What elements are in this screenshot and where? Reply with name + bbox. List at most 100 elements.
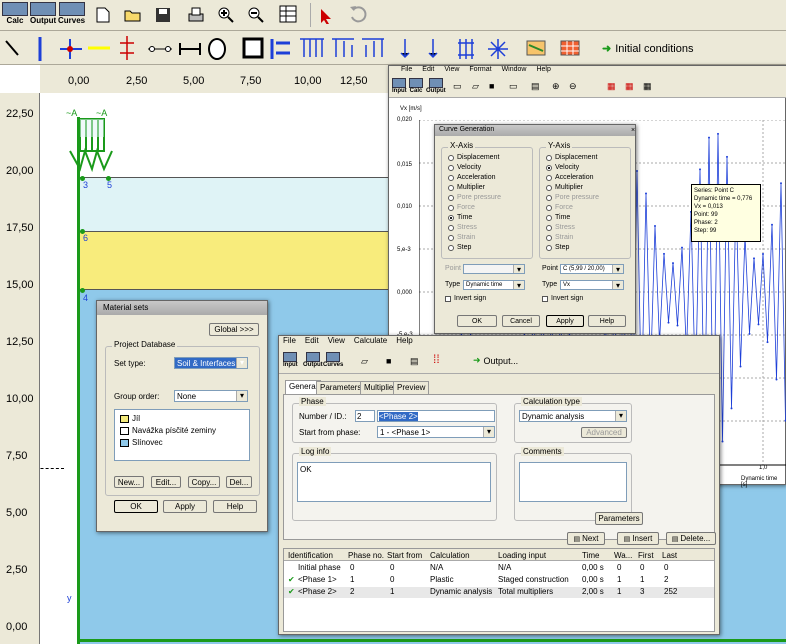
calc-button[interactable]: Calc [2, 2, 28, 25]
y-radio-time[interactable]: Time [546, 214, 570, 221]
menu-window[interactable]: Window [502, 66, 527, 76]
chart-2-icon[interactable]: ▦ [625, 81, 634, 92]
menu-view[interactable]: View [444, 66, 459, 76]
initial-conditions-button[interactable]: ➜ Initial conditions [602, 42, 694, 56]
zoom-in-icon[interactable] [216, 5, 236, 25]
table-row[interactable]: Initial phase 0 0 N/A N/A 0,00 s 0 0 0 [284, 563, 714, 574]
apply-button[interactable]: Apply [546, 315, 584, 327]
y-radio-displacement[interactable]: Displacement [546, 154, 597, 161]
insert-button[interactable]: ▤ Insert [617, 532, 659, 545]
table-icon[interactable]: ▦ [643, 81, 652, 92]
start-phase-select[interactable]: 1 - <Phase 1> [377, 426, 495, 438]
material-list[interactable]: Jíl Navážka písčité zeminy Slínovec [114, 409, 250, 461]
x-radio-multiplier[interactable]: Multiplier [448, 184, 485, 191]
parameters-button[interactable]: Parameters [595, 512, 643, 525]
help-button[interactable]: Help [213, 500, 257, 513]
open-icon[interactable] [123, 5, 143, 25]
save-icon[interactable]: ■ [386, 356, 391, 366]
open-icon[interactable]: ▱ [361, 356, 368, 367]
list-item[interactable]: Slínovec [120, 438, 163, 447]
y-invert-checkbox[interactable]: Invert sign [542, 295, 583, 302]
x-radio-velocity[interactable]: Velocity [448, 164, 481, 171]
tab-preview[interactable]: Preview [393, 381, 430, 394]
undo-icon[interactable] [348, 4, 368, 24]
output-link-button[interactable]: ➜ Output... [473, 355, 518, 366]
input-button[interactable]: Input [283, 352, 298, 368]
calc-type-select[interactable]: Dynamic analysis [519, 410, 627, 422]
y-radio-step[interactable]: Step [546, 244, 569, 251]
y-radio-multiplier[interactable]: Multiplier [546, 184, 583, 191]
apply-button[interactable]: Apply [163, 500, 207, 513]
print-icon[interactable]: ▤ [410, 356, 419, 367]
x-radio-time[interactable]: Time [448, 214, 472, 221]
menu-help[interactable]: Help [396, 336, 412, 347]
curves-button[interactable]: Curves [323, 352, 343, 368]
new-icon[interactable] [93, 5, 113, 25]
edit-button[interactable]: Edit... [151, 476, 181, 488]
x-radio-acceleration[interactable]: Acceleration [448, 174, 496, 181]
print-icon[interactable]: ▤ [531, 81, 540, 92]
curves-button[interactable]: Curves [58, 2, 85, 25]
menu-help[interactable]: Help [536, 66, 550, 76]
calc-button-2[interactable]: Calc [409, 78, 423, 94]
next-button[interactable]: ▤ Next [567, 532, 605, 545]
group-order-select[interactable]: None [174, 390, 248, 402]
ruler-y-tick: 17,50 [6, 222, 34, 234]
insert-icon: ▤ [623, 535, 631, 543]
help-button[interactable]: Help [588, 315, 626, 327]
menu-calculate[interactable]: Calculate [354, 336, 387, 347]
input-button[interactable]: Input [392, 78, 407, 94]
zoom-out-icon[interactable] [246, 5, 266, 25]
cancel-button[interactable]: Cancel [502, 315, 540, 327]
ruler-y-tick: 22,50 [6, 108, 34, 120]
delete-button[interactable]: ▤ Delete... [666, 532, 716, 545]
new-button[interactable]: New... [114, 476, 144, 488]
list-item[interactable]: Jíl [120, 414, 140, 423]
dialog-title: Curve Generation [435, 125, 635, 136]
y-radio-velocity[interactable]: Velocity [546, 164, 579, 171]
chart-icon[interactable]: ▦ [607, 81, 616, 92]
x-radio-displacement[interactable]: Displacement [448, 154, 499, 161]
output-button-2[interactable]: Output [426, 78, 446, 94]
close-icon[interactable]: × [631, 127, 635, 134]
table-icon[interactable] [278, 4, 298, 24]
x-invert-checkbox[interactable]: Invert sign [445, 295, 486, 302]
zoom-icon[interactable]: ⊕ [552, 81, 560, 92]
table-row[interactable]: ✔ <Phase 1> 1 0 Plastic Staged construct… [284, 575, 714, 586]
y-point-select[interactable]: C (5,99 / 20,00) [560, 264, 624, 274]
open-icon[interactable]: ▱ [472, 81, 479, 92]
pointer-icon[interactable] [316, 6, 336, 26]
tab-parameters[interactable]: Parameters [316, 381, 366, 394]
y-type-select[interactable]: Vx [560, 280, 624, 290]
save-icon[interactable] [153, 5, 173, 25]
zoom-out-icon[interactable]: ⊖ [569, 81, 577, 92]
menu-edit[interactable]: Edit [422, 66, 434, 76]
x-type-select[interactable]: Dynamic time [463, 280, 525, 290]
list-item[interactable]: Navážka písčité zeminy [120, 426, 216, 435]
phase-number-field[interactable]: 2 [355, 410, 375, 422]
y-radio-acceleration[interactable]: Acceleration [546, 174, 594, 181]
output-button[interactable]: Output [30, 2, 56, 25]
ok-button[interactable]: OK [457, 315, 497, 327]
menu-file[interactable]: File [283, 336, 296, 347]
table-row[interactable]: ✔ <Phase 2> 2 1 Dynamic analysis Total m… [284, 587, 714, 598]
delete-button[interactable]: Del... [226, 476, 252, 488]
menu-view[interactable]: View [328, 336, 345, 347]
menu-format[interactable]: Format [469, 66, 491, 76]
menu-file[interactable]: File [401, 66, 412, 76]
x-radio-step[interactable]: Step [448, 244, 471, 251]
ruler-y-tick: 12,50 [6, 336, 34, 348]
select-points-icon[interactable]: ⁞⁞ [433, 352, 440, 366]
set-type-select[interactable]: Soil & Interfaces [174, 357, 248, 369]
output-button[interactable]: Output [303, 352, 323, 368]
menu-edit[interactable]: Edit [305, 336, 319, 347]
save-icon[interactable]: ■ [489, 81, 494, 91]
comments-field[interactable] [519, 462, 627, 502]
global-button[interactable]: Global >>> [209, 323, 259, 336]
ok-button[interactable]: OK [114, 500, 158, 513]
new-icon[interactable]: ▭ [453, 81, 462, 92]
copy-button[interactable]: Copy... [188, 476, 220, 488]
phase-id-field[interactable]: <Phase 2> [377, 410, 495, 422]
print-icon[interactable] [186, 5, 206, 25]
copy-icon[interactable]: ▭ [509, 81, 518, 92]
